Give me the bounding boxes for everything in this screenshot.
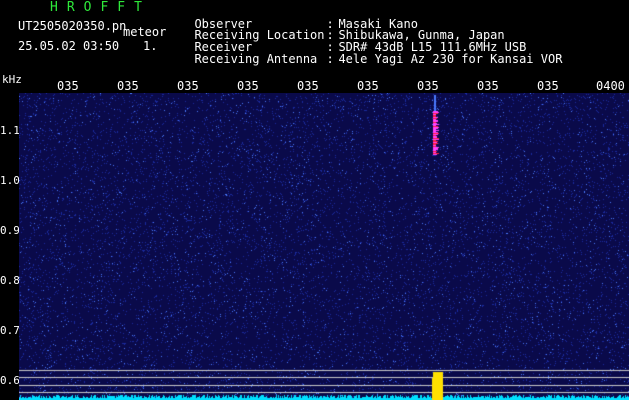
date-time: 25.05.02 03:50 bbox=[18, 39, 120, 53]
info-row-antenna: Receiving Antenna:4ele Yagi Az 230 for K… bbox=[180, 41, 562, 65]
y-axis-unit: kHz bbox=[2, 73, 22, 86]
file-name: UT2505020350.pn bbox=[18, 19, 127, 33]
spectrogram-image bbox=[19, 93, 629, 400]
y-tick: 1.0 bbox=[0, 174, 20, 187]
spectrogram-canvas bbox=[19, 93, 629, 400]
x-tick: 035 bbox=[477, 79, 499, 93]
x-tick: 035 bbox=[357, 79, 379, 93]
x-tick: 035 bbox=[297, 79, 319, 93]
info-key: Receiving Antenna bbox=[194, 52, 318, 66]
x-tick: 035 bbox=[537, 79, 559, 93]
y-tick: 0.8 bbox=[0, 274, 20, 287]
app-title: HROFFT bbox=[50, 0, 151, 15]
y-tick: 1.1 bbox=[0, 124, 20, 137]
x-tick: 0400 bbox=[596, 79, 625, 93]
y-tick: 0.6 bbox=[0, 374, 20, 387]
x-tick: 035 bbox=[417, 79, 439, 93]
x-tick: 035 bbox=[237, 79, 259, 93]
info-colon: : bbox=[326, 52, 334, 66]
x-tick: 035 bbox=[57, 79, 79, 93]
x-tick: 035 bbox=[117, 79, 139, 93]
info-value: 4ele Yagi Az 230 for Kansai VOR bbox=[338, 52, 563, 66]
x-tick: 035 bbox=[177, 79, 199, 93]
y-tick: 0.7 bbox=[0, 324, 20, 337]
counter: 1. bbox=[143, 39, 158, 53]
y-tick: 0.9 bbox=[0, 224, 20, 237]
mode-label: meteor bbox=[123, 25, 167, 39]
